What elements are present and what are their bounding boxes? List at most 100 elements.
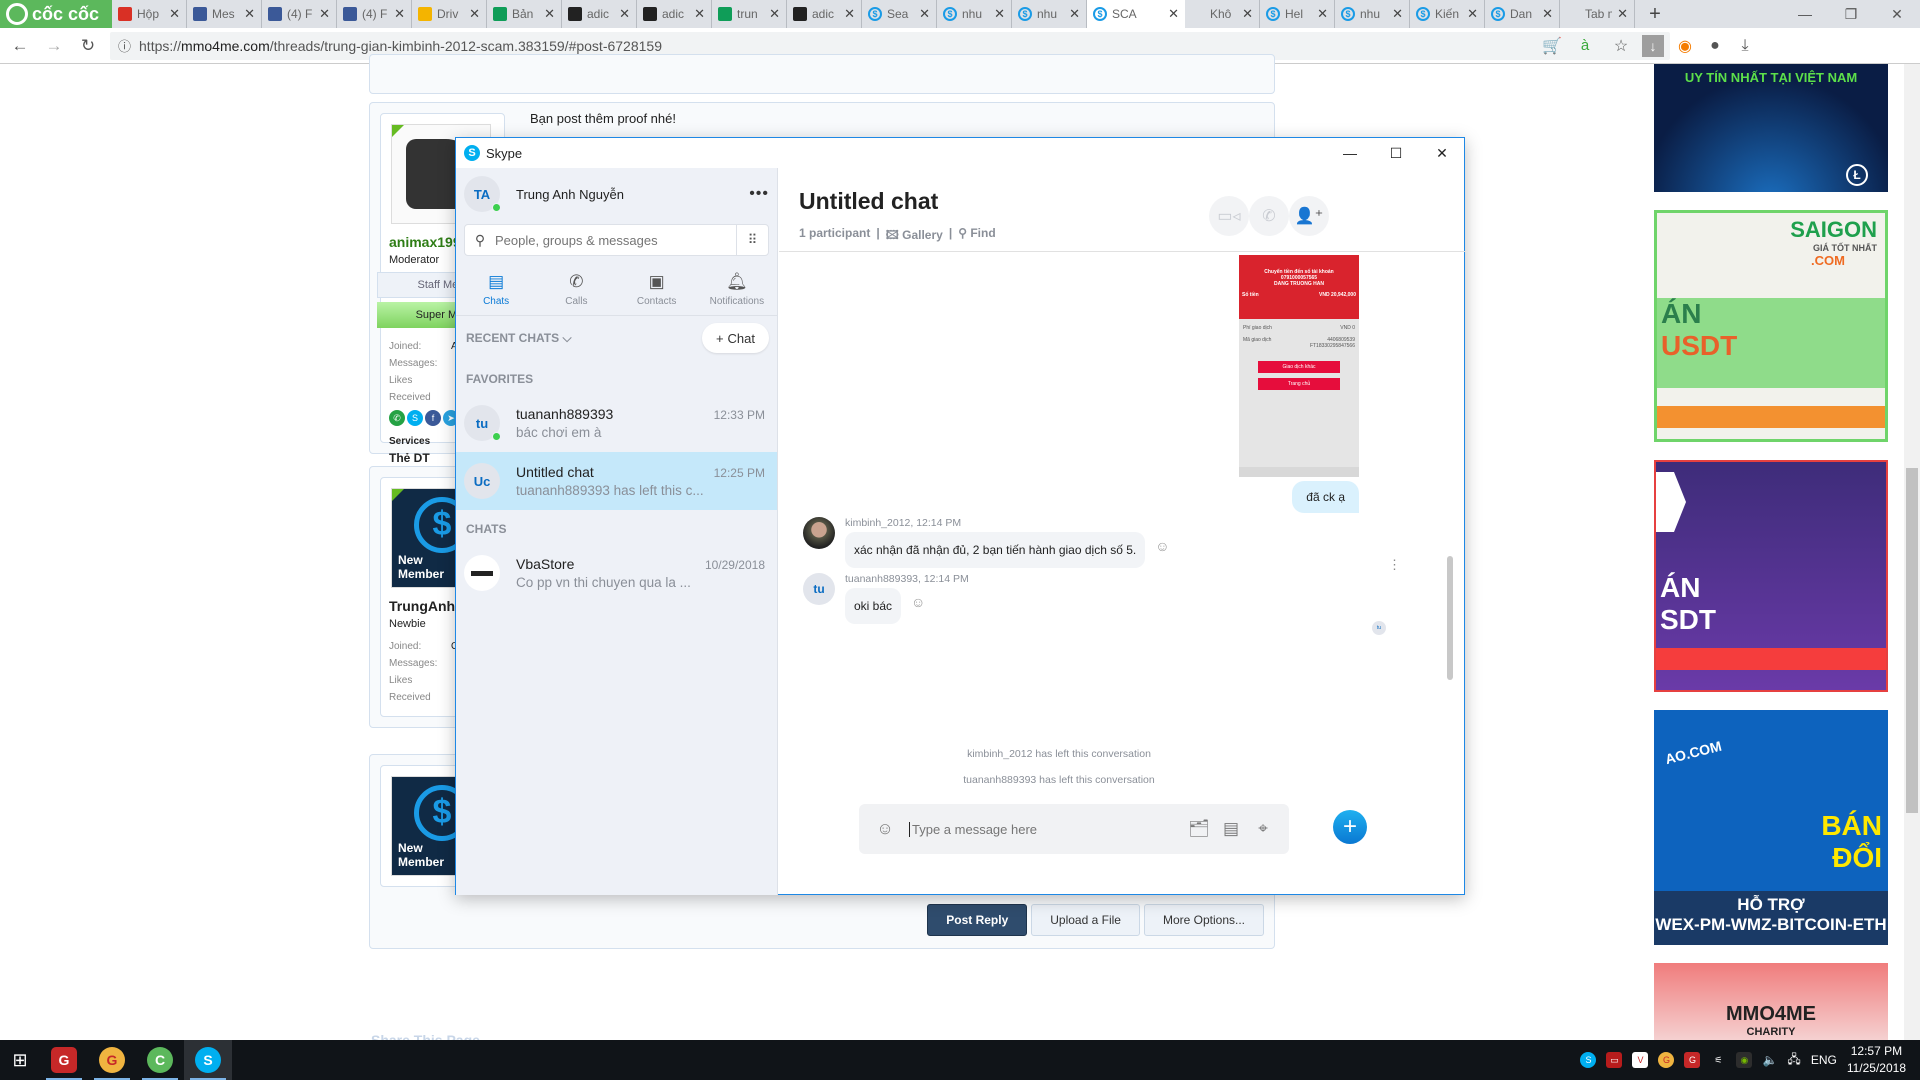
volume-icon[interactable]: 🔈 [1762, 1053, 1777, 1067]
tray-monitor-icon[interactable]: ▭ [1606, 1052, 1623, 1068]
audio-call-button[interactable]: ✆ [1249, 196, 1289, 236]
browser-tab[interactable]: Bản ✕ [487, 0, 562, 28]
coccoc-logo[interactable]: cốc cốc [0, 0, 112, 28]
add-people-button[interactable]: 👤⁺ [1289, 196, 1329, 236]
tray-satellite-icon[interactable]: ⚟ [1710, 1052, 1726, 1068]
browser-tab[interactable]: $ Dan ✕ [1485, 0, 1560, 28]
taskbar-app-coccoc[interactable]: C [136, 1040, 184, 1080]
browser-tab[interactable]: $ Hel ✕ [1260, 0, 1335, 28]
participants-link[interactable]: 1 participant [799, 226, 870, 247]
account-icon[interactable]: ● [1700, 37, 1730, 55]
browser-tab[interactable]: (4) F ✕ [337, 0, 412, 28]
close-tab-icon[interactable]: ✕ [619, 6, 630, 22]
chat-list-item[interactable]: Uc Untitled chat 12:25 PM tuananh889393 has… [456, 452, 777, 510]
close-button[interactable]: ✕ [1874, 0, 1920, 28]
downloads-icon[interactable]: ⤓ [1730, 37, 1760, 55]
message-bubble[interactable]: oki bác [845, 588, 902, 624]
find-link[interactable]: ⚲ Find [958, 226, 995, 247]
new-tab-button[interactable]: + [1635, 0, 1675, 28]
search-input[interactable] [495, 232, 736, 248]
location-pin-icon[interactable]: ⌖ [1247, 819, 1279, 839]
chat-list-item[interactable]: tu tuananh889393 12:33 PM bác chơi em à [456, 394, 777, 452]
tray-garena-icon[interactable]: G [1658, 1052, 1675, 1068]
new-chat-button[interactable]: + Chat [701, 323, 769, 353]
close-tab-icon[interactable]: ✕ [1467, 6, 1478, 22]
skype-icon[interactable]: S [407, 410, 423, 426]
whatsapp-icon[interactable]: ✆ [389, 410, 405, 426]
tray-nvidia-icon[interactable]: ◉ [1736, 1052, 1753, 1068]
back-icon[interactable]: ← [6, 36, 34, 56]
react-emoji-icon[interactable]: ☺ [1155, 538, 1169, 554]
nav-contacts[interactable]: ▣ Contacts [617, 264, 697, 315]
emoji-icon[interactable]: ☺ [869, 819, 901, 839]
nav-chats[interactable]: ▤ Chats [456, 264, 536, 315]
send-file-icon[interactable]: 🗂 [1183, 819, 1215, 839]
profile-avatar[interactable]: TA [464, 176, 501, 212]
ad-banner-3[interactable]: ÁN SDT [1654, 460, 1888, 692]
close-tab-icon[interactable]: ✕ [544, 6, 555, 22]
message-bubble[interactable]: xác nhận đã nhận đủ, 2 bạn tiến hành gia… [845, 532, 1146, 568]
skype-maximize-button[interactable]: ☐ [1373, 138, 1419, 168]
close-tab-icon[interactable]: ✕ [319, 6, 330, 22]
maximize-button[interactable]: ❐ [1828, 0, 1874, 28]
post-reply-button[interactable]: Post Reply [927, 904, 1028, 936]
video-call-button[interactable]: ▭◃ [1209, 196, 1249, 236]
more-options-button[interactable]: More Options... [1143, 904, 1264, 936]
close-tab-icon[interactable]: ✕ [1392, 6, 1403, 22]
gallery-link[interactable]: 🖾 Gallery [886, 226, 943, 247]
browser-tab[interactable]: Mes ✕ [187, 0, 262, 28]
skype-minimize-button[interactable]: — [1327, 138, 1373, 168]
clock[interactable]: 12:57 PM 11/25/2018 [1847, 1043, 1906, 1077]
close-tab-icon[interactable]: ✕ [244, 6, 255, 22]
cart-icon[interactable]: 🛒 [1542, 36, 1562, 56]
more-options-icon[interactable]: ••• [749, 185, 769, 203]
close-tab-icon[interactable]: ✕ [769, 6, 780, 22]
sender-avatar[interactable] [803, 517, 835, 549]
ad-banner-4[interactable]: AO.COM BÁN ĐỔI HỖ TRỢ WEX-PM-WMZ-BITCOIN-… [1654, 710, 1888, 945]
close-tab-icon[interactable]: ✕ [994, 6, 1005, 22]
browser-tab[interactable]: (4) F ✕ [262, 0, 337, 28]
browser-tab[interactable]: adic ✕ [637, 0, 712, 28]
start-button[interactable]: ⊞ [0, 1040, 40, 1080]
facebook-icon[interactable]: f [425, 410, 441, 426]
language-indicator[interactable]: ENG [1811, 1053, 1837, 1067]
tray-skype-icon[interactable]: S [1580, 1052, 1597, 1068]
chat-scrollbar[interactable] [1447, 556, 1453, 680]
close-tab-icon[interactable]: ✕ [844, 6, 855, 22]
tray-v-icon[interactable]: V [1632, 1052, 1649, 1068]
nav-calls[interactable]: ✆ Calls [536, 264, 616, 315]
browser-tab[interactable]: Khô ✕ [1185, 0, 1260, 28]
close-tab-icon[interactable]: ✕ [919, 6, 930, 22]
browser-tab[interactable]: $ Sea ✕ [862, 0, 937, 28]
reload-icon[interactable]: ↻ [74, 36, 102, 56]
vietnamese-input-icon[interactable]: à [1570, 37, 1600, 54]
conversation-title[interactable]: Untitled chat [799, 188, 938, 215]
extension-icon[interactable]: ◉ [1670, 36, 1700, 56]
browser-tab[interactable]: $ SCA ✕ [1087, 0, 1185, 28]
nav-notifications[interactable]: 🔔︎ Notifications [697, 264, 777, 315]
close-tab-icon[interactable]: ✕ [1168, 6, 1179, 22]
taskbar-app-skype[interactable]: S [184, 1040, 232, 1080]
browser-tab[interactable]: $ nhu ✕ [1012, 0, 1087, 28]
close-tab-icon[interactable]: ✕ [469, 6, 480, 22]
browser-tab[interactable]: $ Kiến ✕ [1410, 0, 1485, 28]
browser-tab[interactable]: adic ✕ [787, 0, 862, 28]
browser-tab[interactable]: trun ✕ [712, 0, 787, 28]
ad-banner-1[interactable]: UY TÍN NHẤT TẠI VIỆT NAM Ł [1654, 64, 1888, 192]
skype-close-button[interactable]: ✕ [1419, 138, 1465, 168]
page-scrollbar[interactable] [1904, 64, 1920, 1040]
close-tab-icon[interactable]: ✕ [1317, 6, 1328, 22]
bookmark-star-icon[interactable]: ☆ [1608, 36, 1634, 56]
add-attachment-button[interactable]: + [1333, 810, 1367, 844]
close-tab-icon[interactable]: ✕ [694, 6, 705, 22]
page-scrollbar-thumb[interactable] [1906, 468, 1918, 813]
close-tab-icon[interactable]: ✕ [1542, 6, 1553, 22]
tray-garena-red-icon[interactable]: G [1684, 1052, 1701, 1068]
close-tab-icon[interactable]: ✕ [1617, 6, 1628, 22]
browser-tab[interactable]: $ nhu ✕ [937, 0, 1012, 28]
chat-list-item[interactable]: VbaStore 10/29/2018 Co pp vn thi chuyen qu… [456, 544, 777, 602]
network-icon[interactable]: 🖧 [1787, 1050, 1800, 1071]
sender-avatar[interactable]: tu [803, 573, 835, 605]
browser-tab[interactable]: Tab mới✕ [1560, 0, 1635, 28]
browser-tab[interactable]: Driv ✕ [412, 0, 487, 28]
